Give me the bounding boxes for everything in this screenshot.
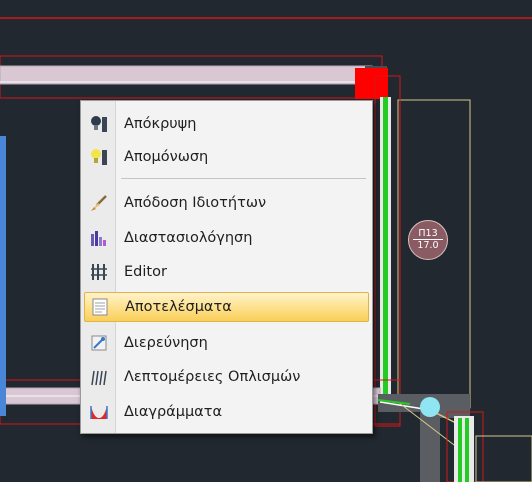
menu-item-hide[interactable]: Απόκρυψη xyxy=(84,109,369,139)
menu-label-editor: Editor xyxy=(124,264,167,280)
menu-label-assign-properties: Απόδοση Ιδιοτήτων xyxy=(124,195,267,211)
rebar-lower-1 xyxy=(458,418,462,482)
menu-label-results: Αποτελέσματα xyxy=(125,299,232,315)
rebar-vertical xyxy=(383,97,388,407)
column-red-block xyxy=(355,68,388,99)
column-tag-value: 17.0 xyxy=(417,240,439,251)
menu-label-hide: Απόκρυψη xyxy=(124,116,197,132)
menu-item-assign-properties[interactable]: Απόδοση Ιδιοτήτων xyxy=(84,188,369,218)
blue-selection-strip xyxy=(0,136,6,416)
menu-item-dimensioning[interactable]: Διαστασιολόγηση xyxy=(84,223,369,253)
menu-label-diagrams: Διαγράμματα xyxy=(124,404,223,420)
rebar-lower-bg xyxy=(454,416,474,482)
menu-item-rebar-details[interactable]: Λεπτομέρειες Οπλισμών xyxy=(84,362,369,392)
diagrams-icon xyxy=(87,401,111,423)
isolate-bulb-icon xyxy=(87,146,111,168)
menu-label-investigate: Διερεύνηση xyxy=(124,335,208,351)
menu-label-isolate: Απομόνωση xyxy=(124,149,209,165)
column-tag-badge[interactable]: Π13 17.0 xyxy=(408,220,448,260)
menu-separator xyxy=(121,178,366,179)
menu-item-results[interactable]: Αποτελέσματα xyxy=(84,292,369,322)
menu-label-dimensioning: Διαστασιολόγηση xyxy=(124,230,253,246)
investigate-icon xyxy=(87,332,111,354)
menu-item-isolate[interactable]: Απομόνωση xyxy=(84,142,369,172)
rebar-details-icon xyxy=(87,366,111,388)
menu-item-editor[interactable]: Editor xyxy=(84,257,369,287)
yellow-region-lower-right xyxy=(475,435,532,482)
hide-bulb-icon xyxy=(87,113,111,135)
results-icon xyxy=(88,296,112,318)
menu-item-diagrams[interactable]: Διαγράμματα xyxy=(84,397,369,427)
column-tag-name: Π13 xyxy=(418,228,438,239)
context-menu: Απόκρυψη Απομόνωση Απόδοση Ιδιοτήτων Δια… xyxy=(80,100,373,434)
editor-icon xyxy=(87,261,111,283)
rebar-lower-2 xyxy=(465,418,469,482)
menu-label-rebar-details: Λεπτομέρειες Οπλισμών xyxy=(124,369,301,385)
brush-icon xyxy=(87,192,111,214)
dimensioning-icon xyxy=(87,227,111,249)
menu-item-investigate[interactable]: Διερεύνηση xyxy=(84,328,369,358)
node-cyan xyxy=(420,397,440,417)
